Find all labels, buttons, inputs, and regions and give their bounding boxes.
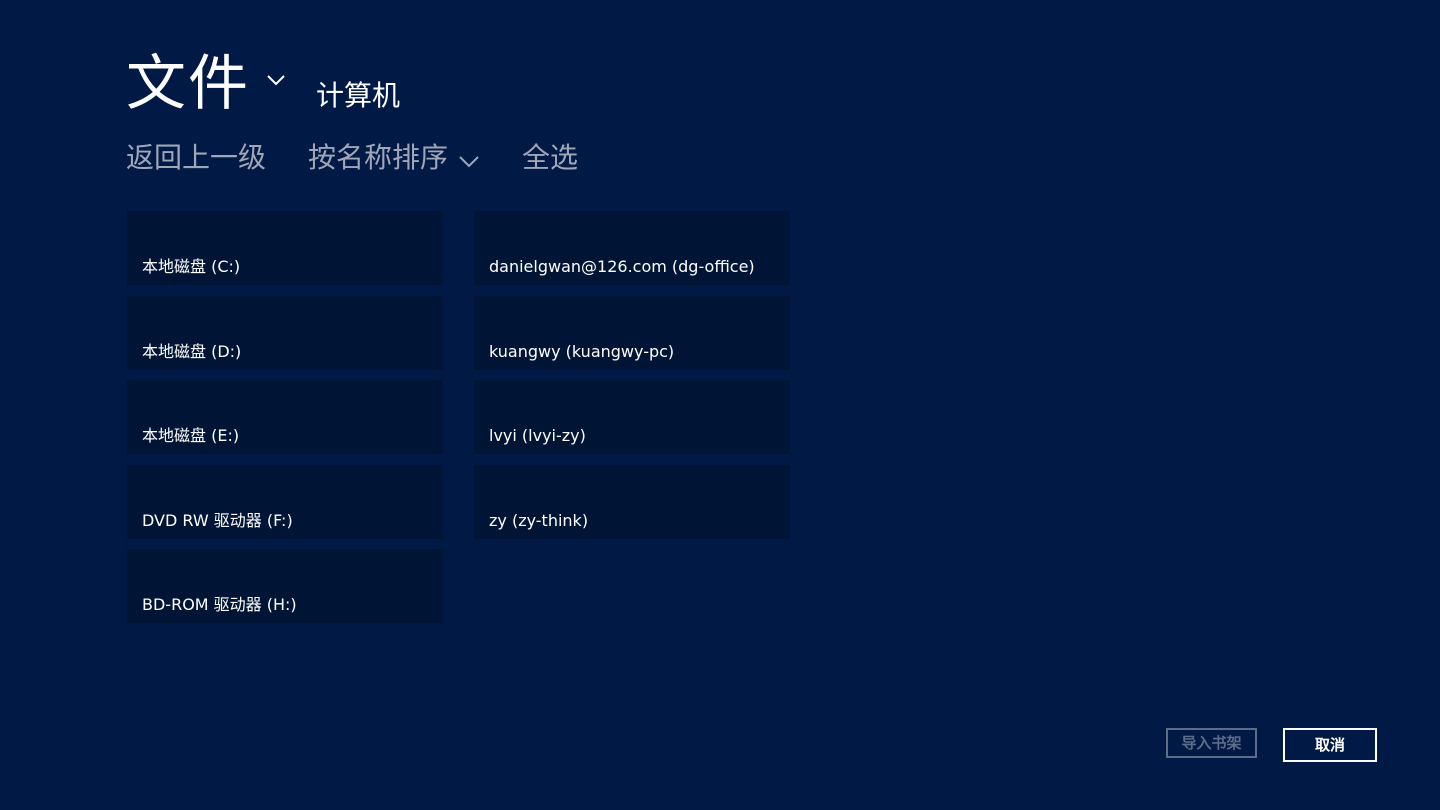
drive-label: 本地磁盘 (E:) xyxy=(142,426,240,445)
network-location-label: zy (zy-think) xyxy=(489,510,589,530)
network-location-tile[interactable]: lvyi (lvyi-zy) xyxy=(474,380,790,454)
drive-tile[interactable]: DVD RW 驱动器 (F:) xyxy=(127,464,443,539)
network-location-tile[interactable]: kuangwy (kuangwy-pc) xyxy=(474,295,790,370)
location-label: 计算机 xyxy=(316,79,401,112)
network-location-label: lvyi (lvyi-zy) xyxy=(489,426,586,445)
network-location-label: danielgwan@126.com (dg-office) xyxy=(489,257,755,276)
chevron-down-icon xyxy=(459,156,479,168)
select-all-label: 全选 xyxy=(522,141,579,174)
drive-label: 本地磁盘 (C:) xyxy=(142,257,241,276)
drive-label: BD-ROM 驱动器 (H:) xyxy=(142,595,297,614)
file-picker-page: 文件 计算机 返回上一级 按名称排序 全选 本地磁盘 (C:) 本地磁盘 (D:… xyxy=(0,0,1440,810)
drive-tile[interactable]: 本地磁盘 (D:) xyxy=(127,295,443,370)
drive-label: DVD RW 驱动器 (F:) xyxy=(142,510,293,530)
header: 文件 计算机 xyxy=(126,48,400,120)
network-location-tile[interactable]: danielgwan@126.com (dg-office) xyxy=(474,211,790,285)
network-location-label: kuangwy (kuangwy-pc) xyxy=(489,341,675,361)
drive-label: 本地磁盘 (D:) xyxy=(142,341,242,361)
drive-tile[interactable]: 本地磁盘 (E:) xyxy=(127,380,443,454)
cancel-button[interactable]: 取消 xyxy=(1283,728,1377,762)
network-location-tile[interactable]: zy (zy-think) xyxy=(474,464,790,539)
sort-label: 按名称排序 xyxy=(308,141,449,174)
import-to-bookshelf-button[interactable]: 导入书架 xyxy=(1166,728,1257,758)
page-title[interactable]: 文件 xyxy=(126,48,250,120)
back-up-label: 返回上一级 xyxy=(126,141,267,174)
drive-tile[interactable]: BD-ROM 驱动器 (H:) xyxy=(127,549,443,623)
command-bar: 返回上一级 按名称排序 全选 xyxy=(126,138,578,178)
select-all-button[interactable]: 全选 xyxy=(522,138,578,178)
drive-tile[interactable]: 本地磁盘 (C:) xyxy=(127,211,443,285)
back-up-button[interactable]: 返回上一级 xyxy=(126,138,266,178)
sort-dropdown[interactable]: 按名称排序 xyxy=(308,138,480,178)
drive-grid: 本地磁盘 (C:) 本地磁盘 (D:) 本地磁盘 (E:) DVD RW 驱动器… xyxy=(127,211,790,623)
chevron-down-icon[interactable] xyxy=(266,70,286,90)
